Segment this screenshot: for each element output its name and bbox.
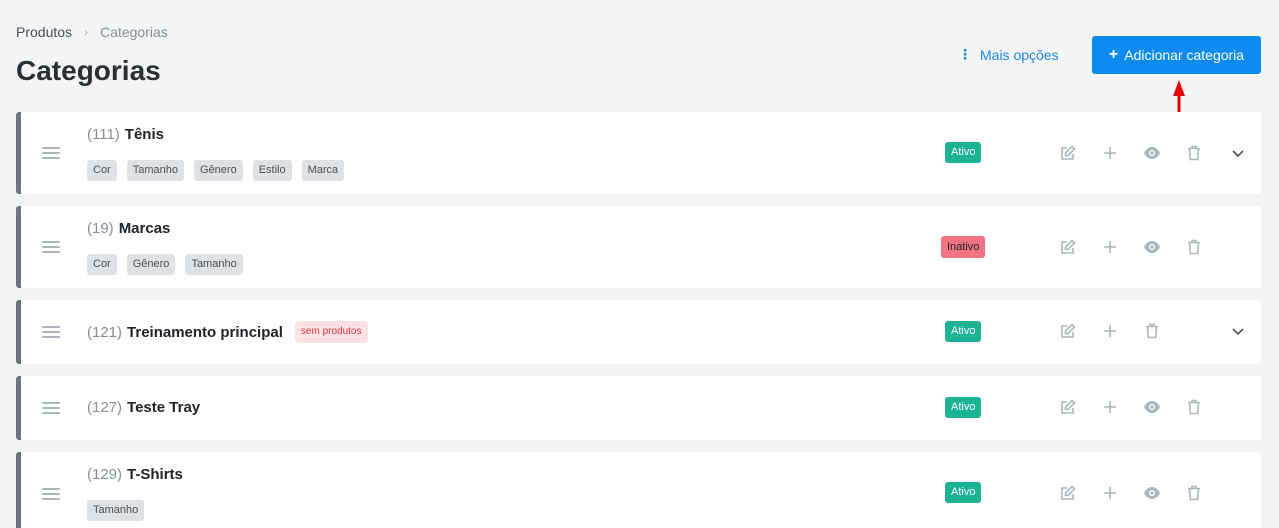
category-code: (111) (87, 126, 120, 143)
category-row[interactable]: (121) Treinamento principal sem produtos… (16, 300, 1261, 364)
add-category-button[interactable]: + Adicionar categoria (1092, 36, 1261, 74)
category-row[interactable]: (19) Marcas Cor Gênero Tamanho Inativo (16, 206, 1261, 288)
breadcrumb-item-produtos[interactable]: Produtos (16, 24, 72, 40)
variation-tag: Cor (87, 254, 117, 275)
page-title: Categorias (16, 55, 161, 86)
edit-icon[interactable] (1059, 144, 1077, 162)
category-title: (111) Tênis (87, 126, 164, 143)
vertical-dots-icon: ⋮ (958, 46, 972, 62)
variation-tag: Marca (301, 160, 345, 181)
category-row[interactable]: (127) Teste Tray Ativo (16, 376, 1261, 440)
category-name[interactable]: Teste Tray (127, 399, 200, 416)
edit-icon[interactable] (1059, 322, 1077, 340)
no-products-badge: sem produtos (294, 321, 368, 343)
drag-handle-icon[interactable] (42, 402, 60, 414)
more-options-button[interactable]: ⋮ Mais opções (958, 46, 1059, 63)
drag-handle-icon[interactable] (42, 326, 60, 338)
variation-tag: Gênero (126, 254, 176, 275)
category-title: (121) Treinamento principal sem produtos (87, 321, 368, 343)
edit-icon[interactable] (1059, 398, 1077, 416)
variation-tags: Cor Gênero Tamanho (87, 254, 243, 275)
variation-tag: Tamanho (185, 254, 243, 275)
edit-icon[interactable] (1059, 238, 1077, 256)
drag-handle-icon[interactable] (42, 241, 60, 253)
plus-icon[interactable] (1101, 484, 1119, 502)
trash-icon[interactable] (1143, 322, 1161, 340)
breadcrumb-item-current: Categorias (100, 24, 168, 40)
breadcrumb: Produtos › Categorias (16, 24, 168, 40)
variation-tag: Tamanho (126, 160, 184, 181)
category-title: (129) T-Shirts (87, 466, 183, 483)
category-name[interactable]: Treinamento principal (127, 324, 283, 341)
eye-icon[interactable] (1143, 484, 1161, 502)
eye-icon[interactable] (1143, 238, 1161, 256)
category-code: (19) (87, 220, 114, 237)
category-code: (129) (87, 466, 123, 483)
variation-tags: Tamanho (87, 500, 145, 521)
category-name[interactable]: Tênis (125, 126, 164, 143)
plus-icon[interactable] (1101, 322, 1119, 340)
category-row[interactable]: (111) Tênis Cor Tamanho Gênero Estilo Ma… (16, 112, 1261, 194)
variation-tag: Estilo (252, 160, 292, 181)
category-title: (127) Teste Tray (87, 399, 200, 416)
variation-tags: Cor Tamanho Gênero Estilo Marca (87, 160, 345, 181)
plus-icon[interactable] (1101, 398, 1119, 416)
plus-icon[interactable] (1101, 238, 1119, 256)
drag-handle-icon[interactable] (42, 488, 60, 500)
status-badge: Inativo (941, 236, 986, 258)
status-badge: Ativo (945, 482, 982, 503)
category-title: (19) Marcas (87, 220, 170, 237)
status-badge: Ativo (945, 321, 982, 342)
category-name[interactable]: Marcas (119, 220, 171, 237)
variation-tag: Cor (87, 160, 117, 181)
eye-icon[interactable] (1143, 398, 1161, 416)
trash-icon[interactable] (1185, 144, 1203, 162)
add-category-label: Adicionar categoria (1124, 47, 1245, 63)
chevron-right-icon: › (84, 25, 89, 39)
category-code: (121) (87, 323, 123, 341)
variation-tag: Gênero (194, 160, 243, 181)
eye-icon[interactable] (1143, 144, 1161, 162)
drag-handle-icon[interactable] (42, 147, 60, 159)
plus-icon: + (1108, 46, 1119, 63)
edit-icon[interactable] (1059, 484, 1077, 502)
variation-tag: Tamanho (87, 500, 145, 521)
status-badge: Ativo (945, 142, 982, 163)
more-options-label: Mais opções (980, 46, 1059, 63)
status-badge: Ativo (945, 397, 982, 418)
chevron-down-icon[interactable] (1229, 322, 1247, 340)
category-row[interactable]: (129) T-Shirts Tamanho Ativo (16, 452, 1261, 528)
plus-icon[interactable] (1101, 144, 1119, 162)
trash-icon[interactable] (1185, 484, 1203, 502)
category-name[interactable]: T-Shirts (127, 466, 183, 483)
trash-icon[interactable] (1185, 238, 1203, 256)
chevron-down-icon[interactable] (1229, 144, 1247, 162)
category-code: (127) (87, 399, 123, 416)
trash-icon[interactable] (1185, 398, 1203, 416)
